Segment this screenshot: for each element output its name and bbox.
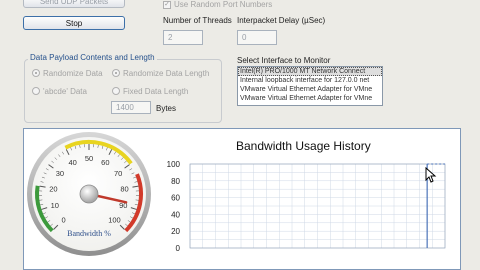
- send-udp-packets-button[interactable]: Send UDP Packets: [23, 0, 125, 8]
- chart-title: Bandwidth Usage History: [236, 139, 371, 153]
- gauge-tick-label: 0: [61, 215, 65, 224]
- chart-y-tick-label: 60: [171, 194, 180, 203]
- gauge-tick-label: 60: [101, 158, 109, 167]
- bandwidth-history-chart: 0 20 40 60 80 100: [167, 160, 446, 253]
- randomize-length-label: Randomize Data Length: [123, 69, 210, 78]
- delay-input[interactable]: 0: [237, 30, 277, 45]
- gauge-tick-label: 20: [49, 184, 57, 193]
- randomize-length-radio[interactable]: [112, 69, 120, 77]
- bandwidth-gauge: 010203040 50 60708090100 Bandwidth %: [27, 132, 151, 256]
- interface-label: Select Interface to Monitor: [237, 56, 331, 65]
- random-ports-checkbox[interactable]: ✓: [163, 1, 171, 9]
- gauge-tick-label: 80: [120, 184, 128, 193]
- gauge-tick-label: 30: [56, 169, 64, 178]
- chart-y-tick-label: 20: [171, 227, 180, 236]
- interface-item[interactable]: Intel(R) PRO/1000 MT Network Connect: [238, 67, 382, 76]
- interface-item[interactable]: VMware Virtual Ethernet Adapter for VMne: [238, 94, 382, 103]
- delay-label: Interpacket Delay (µSec): [237, 16, 326, 25]
- interface-item[interactable]: Internal loopback interface for 127.0.0 …: [238, 76, 382, 85]
- abcde-data-label: 'abcde' Data: [43, 87, 87, 96]
- interface-item[interactable]: VMware Virtual Ethernet Adapter for VMne: [238, 85, 382, 94]
- gauge-tick-label: 50: [85, 154, 93, 163]
- stop-button[interactable]: Stop: [23, 16, 125, 30]
- chart-y-tick-label: 40: [171, 210, 180, 219]
- threads-label: Number of Threads: [163, 16, 232, 25]
- interface-listbox[interactable]: Intel(R) PRO/1000 MT Network Connect Int…: [237, 66, 383, 106]
- abcde-data-radio[interactable]: [32, 87, 40, 95]
- random-ports-label: Use Random Port Numbers: [174, 0, 273, 9]
- gauge-hub: [79, 184, 99, 204]
- gauge-tick-label: 40: [68, 158, 76, 167]
- chart-y-tick-label: 80: [171, 177, 180, 186]
- chart-y-tick-label: 100: [167, 160, 181, 169]
- randomize-data-label: Randomize Data: [43, 69, 103, 78]
- fixed-length-input[interactable]: 1400: [111, 101, 151, 114]
- fixed-length-label: Fixed Data Length: [123, 87, 189, 96]
- gauge-tick-label: 100: [108, 215, 121, 224]
- randomize-data-radio[interactable]: [32, 69, 40, 77]
- threads-input[interactable]: 2: [163, 30, 203, 45]
- gauge-tick-label: 70: [114, 169, 122, 178]
- fixed-length-radio[interactable]: [112, 87, 120, 95]
- gauge-tick-label: 10: [51, 201, 59, 210]
- mouse-cursor-icon: [425, 167, 437, 183]
- chart-y-tick-label: 0: [176, 244, 181, 253]
- gauge-label: Bandwidth %: [67, 229, 111, 238]
- bytes-label: Bytes: [156, 104, 177, 113]
- payload-legend: Data Payload Contents and Length: [28, 53, 157, 62]
